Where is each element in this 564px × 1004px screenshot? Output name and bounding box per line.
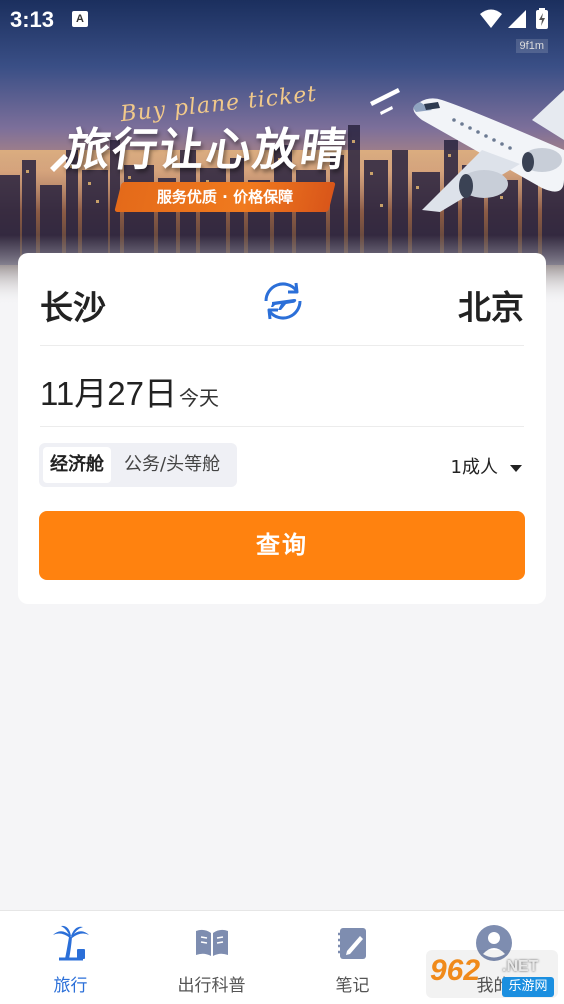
notebook-pen-icon: [337, 928, 366, 959]
hero-title: 旅行让心放晴: [61, 123, 352, 176]
book-icon: [195, 929, 228, 956]
swap-cities-button[interactable]: [260, 278, 306, 324]
flight-search-card: 长沙 北京 11月27日 今天 经济舱 公务/头等舱 1成人 查询: [18, 253, 546, 604]
cabin-class-toggle: 经济舱 公务/头等舱: [39, 443, 237, 487]
fps-badge: 9f1m: [515, 39, 548, 53]
palm-tree-icon: [52, 925, 89, 961]
cabin-option-economy[interactable]: 经济舱: [43, 447, 111, 483]
plane-swap-icon: [264, 282, 302, 320]
nav-item-travel-tips[interactable]: 出行科普: [141, 923, 282, 996]
passenger-selector[interactable]: 1成人: [451, 453, 522, 479]
nav-label: 笔记: [335, 976, 370, 996]
nav-item-travel[interactable]: 旅行: [0, 923, 141, 996]
wifi-icon: [480, 9, 502, 28]
notification-a-icon: A: [72, 11, 88, 27]
nav-item-notes[interactable]: 笔记: [282, 923, 423, 996]
departure-date[interactable]: 11月27日 今天: [40, 367, 219, 415]
divider: [40, 426, 524, 427]
cabin-option-business-first[interactable]: 公务/头等舱: [117, 447, 227, 483]
hero-tagline: 服务优质 · 价格保障: [156, 188, 294, 206]
arrival-city[interactable]: 北京: [458, 281, 524, 329]
cellular-signal-icon: [508, 10, 526, 28]
caret-down-icon: [510, 464, 522, 472]
watermark-logo-domain: .NET: [502, 958, 539, 975]
battery-charging-icon: [536, 8, 548, 29]
status-icons: [478, 8, 554, 30]
nav-label: 旅行: [53, 976, 88, 996]
date-value: 11月27日: [40, 375, 177, 412]
search-button[interactable]: 查询: [39, 511, 525, 580]
airplane-image: [413, 90, 564, 212]
watermark-site-name: 乐游网: [502, 977, 554, 997]
departure-city[interactable]: 长沙: [40, 281, 106, 329]
status-bar: 3:13 A: [0, 0, 564, 40]
watermark-logo-number: 962: [430, 954, 481, 987]
passenger-count: 1成人: [450, 457, 498, 478]
nav-label: 出行科普: [177, 976, 246, 996]
date-note: 今天: [178, 386, 219, 410]
divider: [40, 345, 524, 346]
status-time: 3:13: [10, 7, 55, 32]
